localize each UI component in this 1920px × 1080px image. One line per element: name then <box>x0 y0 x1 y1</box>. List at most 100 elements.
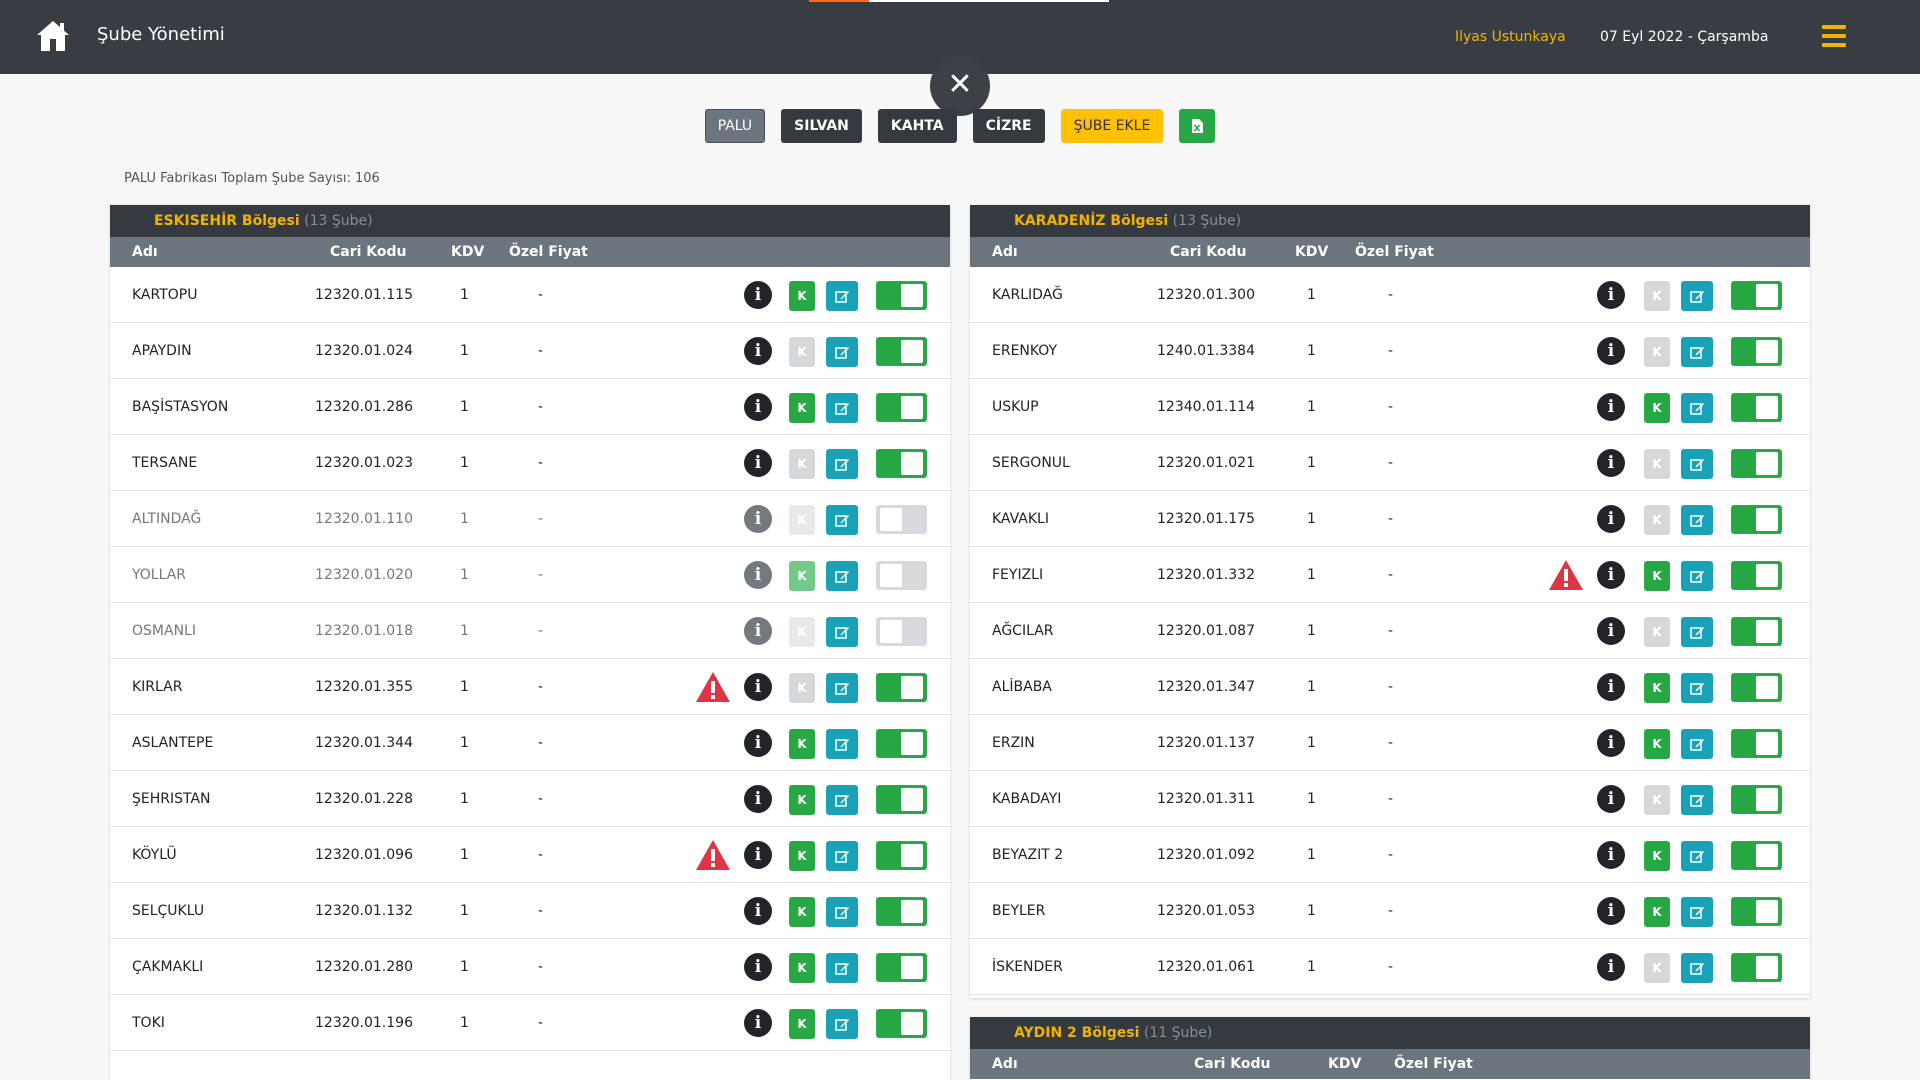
info-icon[interactable]: i <box>1597 785 1625 813</box>
factory-button-cizre[interactable]: CİZRE <box>972 109 1045 143</box>
edit-icon[interactable] <box>826 785 858 815</box>
user-name-link[interactable]: Ilyas Ustunkaya <box>1455 29 1566 45</box>
k-toggle-button[interactable]: K <box>1644 617 1670 647</box>
warning-icon[interactable] <box>695 671 731 703</box>
active-toggle-switch[interactable] <box>1731 505 1782 534</box>
active-toggle-switch[interactable] <box>876 673 927 702</box>
edit-icon[interactable] <box>1681 561 1713 591</box>
k-toggle-button[interactable]: K <box>789 449 815 479</box>
info-icon[interactable]: i <box>744 841 772 869</box>
k-toggle-button[interactable]: K <box>789 953 815 983</box>
active-toggle-switch[interactable] <box>1731 729 1782 758</box>
active-toggle-switch[interactable] <box>1731 393 1782 422</box>
info-icon[interactable]: i <box>744 505 772 533</box>
k-toggle-button[interactable]: K <box>789 1009 815 1039</box>
info-icon[interactable]: i <box>1597 953 1625 981</box>
info-icon[interactable]: i <box>744 281 772 309</box>
edit-icon[interactable] <box>1681 505 1713 535</box>
info-icon[interactable]: i <box>744 897 772 925</box>
k-toggle-button[interactable]: K <box>1644 673 1670 703</box>
k-toggle-button[interactable]: K <box>789 561 815 591</box>
info-icon[interactable]: i <box>744 337 772 365</box>
edit-icon[interactable] <box>1681 449 1713 479</box>
active-toggle-switch[interactable] <box>1731 561 1782 590</box>
info-icon[interactable]: i <box>744 449 772 477</box>
active-toggle-switch[interactable] <box>1731 337 1782 366</box>
hamburger-menu-icon[interactable] <box>1822 25 1846 47</box>
active-toggle-switch[interactable] <box>1731 953 1782 982</box>
info-icon[interactable]: i <box>1597 449 1625 477</box>
edit-icon[interactable] <box>826 729 858 759</box>
active-toggle-switch[interactable] <box>876 337 927 366</box>
active-toggle-switch[interactable] <box>1731 673 1782 702</box>
edit-icon[interactable] <box>826 673 858 703</box>
active-toggle-switch[interactable] <box>876 1009 927 1038</box>
excel-export-button[interactable] <box>1179 109 1216 143</box>
active-toggle-switch[interactable] <box>876 785 927 814</box>
edit-icon[interactable] <box>826 505 858 535</box>
add-branch-button[interactable]: ŞUBE EKLE <box>1060 109 1164 143</box>
active-toggle-switch[interactable] <box>876 953 927 982</box>
k-toggle-button[interactable]: K <box>1644 953 1670 983</box>
info-icon[interactable]: i <box>744 729 772 757</box>
info-icon[interactable]: i <box>1597 617 1625 645</box>
edit-icon[interactable] <box>826 841 858 871</box>
k-toggle-button[interactable]: K <box>789 337 815 367</box>
edit-icon[interactable] <box>1681 337 1713 367</box>
active-toggle-switch[interactable] <box>876 841 927 870</box>
edit-icon[interactable] <box>1681 897 1713 927</box>
info-icon[interactable]: i <box>744 617 772 645</box>
edit-icon[interactable] <box>826 393 858 423</box>
active-toggle-switch[interactable] <box>1731 897 1782 926</box>
active-toggle-switch[interactable] <box>876 449 927 478</box>
edit-icon[interactable] <box>1681 673 1713 703</box>
edit-icon[interactable] <box>826 1009 858 1039</box>
factory-button-palu[interactable]: PALU <box>704 109 766 143</box>
k-toggle-button[interactable]: K <box>1644 505 1670 535</box>
k-toggle-button[interactable]: K <box>789 393 815 423</box>
k-toggle-button[interactable]: K <box>789 729 815 759</box>
info-icon[interactable]: i <box>744 673 772 701</box>
edit-icon[interactable] <box>1681 281 1713 311</box>
info-icon[interactable]: i <box>1597 561 1625 589</box>
active-toggle-switch[interactable] <box>876 897 927 926</box>
info-icon[interactable]: i <box>744 785 772 813</box>
k-toggle-button[interactable]: K <box>1644 561 1670 591</box>
close-icon[interactable]: ✕ <box>930 56 990 116</box>
edit-icon[interactable] <box>1681 617 1713 647</box>
info-icon[interactable]: i <box>744 393 772 421</box>
edit-icon[interactable] <box>1681 841 1713 871</box>
k-toggle-button[interactable]: K <box>1644 841 1670 871</box>
home-icon[interactable] <box>36 20 70 52</box>
edit-icon[interactable] <box>826 953 858 983</box>
k-toggle-button[interactable]: K <box>789 785 815 815</box>
info-icon[interactable]: i <box>1597 841 1625 869</box>
active-toggle-switch[interactable] <box>1731 281 1782 310</box>
info-icon[interactable]: i <box>744 561 772 589</box>
edit-icon[interactable] <box>826 337 858 367</box>
info-icon[interactable]: i <box>1597 505 1625 533</box>
active-toggle-switch[interactable] <box>1731 449 1782 478</box>
active-toggle-switch[interactable] <box>876 393 927 422</box>
active-toggle-switch[interactable] <box>876 505 927 534</box>
info-icon[interactable]: i <box>1597 729 1625 757</box>
k-toggle-button[interactable]: K <box>1644 449 1670 479</box>
k-toggle-button[interactable]: K <box>1644 393 1670 423</box>
edit-icon[interactable] <box>1681 953 1713 983</box>
k-toggle-button[interactable]: K <box>789 617 815 647</box>
k-toggle-button[interactable]: K <box>789 673 815 703</box>
edit-icon[interactable] <box>1681 729 1713 759</box>
info-icon[interactable]: i <box>1597 393 1625 421</box>
info-icon[interactable]: i <box>744 953 772 981</box>
k-toggle-button[interactable]: K <box>1644 281 1670 311</box>
k-toggle-button[interactable]: K <box>789 505 815 535</box>
factory-button-kahta[interactable]: KAHTA <box>877 109 957 143</box>
k-toggle-button[interactable]: K <box>1644 897 1670 927</box>
edit-icon[interactable] <box>826 561 858 591</box>
warning-icon[interactable] <box>1548 559 1584 591</box>
active-toggle-switch[interactable] <box>876 281 927 310</box>
factory-button-silvan[interactable]: SILVAN <box>781 109 862 143</box>
active-toggle-switch[interactable] <box>876 729 927 758</box>
info-icon[interactable]: i <box>1597 673 1625 701</box>
k-toggle-button[interactable]: K <box>1644 337 1670 367</box>
